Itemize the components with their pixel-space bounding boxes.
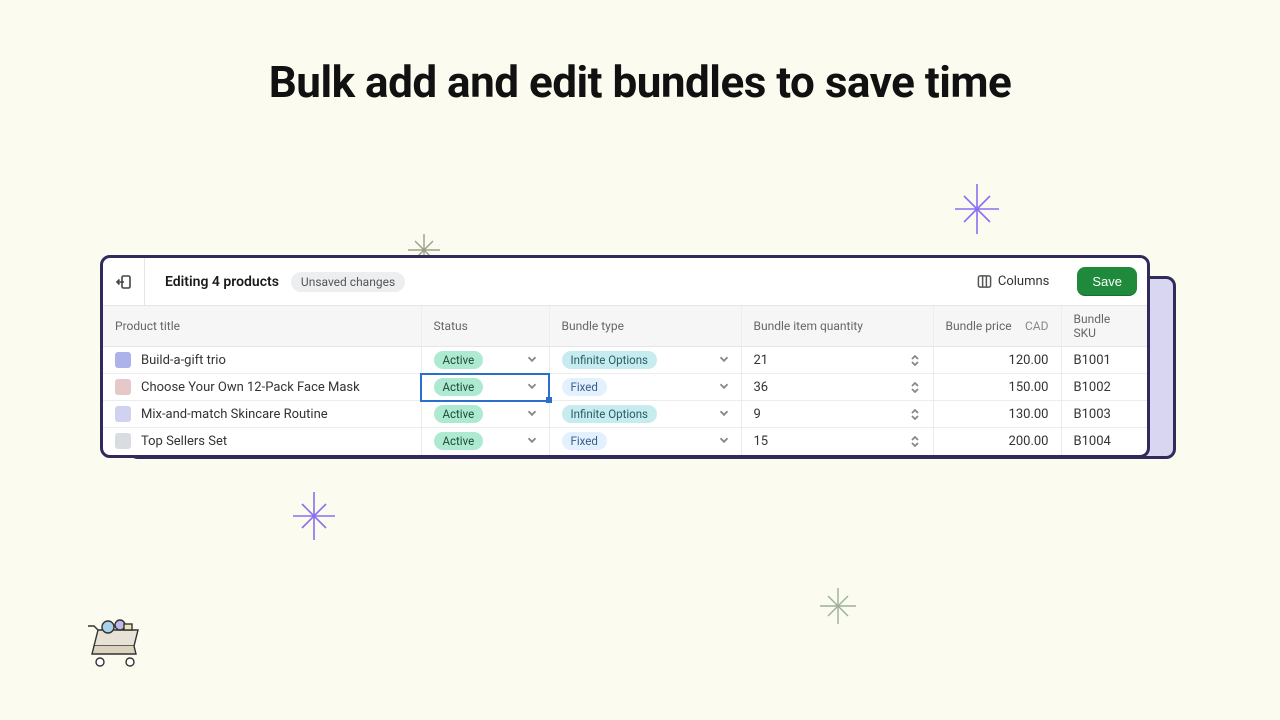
quantity-value: 15 xyxy=(754,434,769,449)
bundle-type-badge: Infinite Options xyxy=(562,405,658,423)
editor-title: Editing 4 products xyxy=(165,274,279,290)
cell-bundle-type[interactable]: Infinite Options xyxy=(549,401,741,428)
bundle-type-badge: Fixed xyxy=(562,432,607,450)
quantity-value: 21 xyxy=(754,353,769,368)
table-row: Choose Your Own 12-Pack Face Mask Active F… xyxy=(103,374,1147,401)
cell-status[interactable]: Active xyxy=(421,428,549,455)
stepper-icon[interactable] xyxy=(911,407,921,421)
th-bundle-price: Bundle price CAD xyxy=(933,306,1061,347)
product-thumbnail xyxy=(115,379,131,395)
product-thumbnail xyxy=(115,433,131,449)
stepper-icon[interactable] xyxy=(911,380,921,394)
cell-price[interactable]: 150.00 xyxy=(933,374,1061,401)
table-row: Top Sellers Set Active Fixed 15 200.00B1004 xyxy=(103,428,1147,455)
chevron-down-icon xyxy=(719,434,729,449)
cell-price[interactable]: 200.00 xyxy=(933,428,1061,455)
quantity-value: 36 xyxy=(754,380,769,395)
stepper-icon[interactable] xyxy=(911,434,921,448)
sparkle-icon xyxy=(290,490,338,542)
columns-icon xyxy=(977,274,992,289)
chevron-down-icon xyxy=(527,380,537,395)
columns-button[interactable]: Columns xyxy=(967,268,1060,295)
status-badge: Active xyxy=(434,351,484,369)
exit-button[interactable] xyxy=(103,258,145,305)
bulk-editor-panel: Editing 4 products Unsaved changes Colum… xyxy=(100,255,1150,458)
status-badge: Active xyxy=(434,378,484,396)
table-row: Build-a-gift trio Active Infinite Options 2… xyxy=(103,347,1147,374)
product-thumbnail xyxy=(115,352,131,368)
cell-title[interactable]: Build-a-gift trio xyxy=(103,347,421,374)
cell-bundle-type[interactable]: Infinite Options xyxy=(549,347,741,374)
chevron-down-icon xyxy=(719,353,729,368)
product-title-text: Choose Your Own 12-Pack Face Mask xyxy=(141,380,360,395)
sparkle-icon xyxy=(952,182,1002,236)
exit-icon xyxy=(116,274,132,290)
editor-toolbar: Editing 4 products Unsaved changes Colum… xyxy=(103,258,1147,306)
cell-sku[interactable]: B1003 xyxy=(1061,401,1147,428)
cell-status[interactable]: Active xyxy=(421,347,549,374)
cell-quantity[interactable]: 21 xyxy=(741,347,933,374)
cell-title[interactable]: Choose Your Own 12-Pack Face Mask xyxy=(103,374,421,401)
bundle-type-badge: Infinite Options xyxy=(562,351,658,369)
cell-bundle-type[interactable]: Fixed xyxy=(549,374,741,401)
th-bundle-type: Bundle type xyxy=(549,306,741,347)
product-title-text: Build-a-gift trio xyxy=(141,353,226,368)
chevron-down-icon xyxy=(719,380,729,395)
save-button[interactable]: Save xyxy=(1077,267,1137,296)
chevron-down-icon xyxy=(527,407,537,422)
table-row: Mix-and-match Skincare Routine Active Infi… xyxy=(103,401,1147,428)
cell-sku[interactable]: B1001 xyxy=(1061,347,1147,374)
cell-status[interactable]: Active xyxy=(421,374,549,401)
chevron-down-icon xyxy=(527,353,537,368)
quantity-value: 9 xyxy=(754,407,761,422)
th-status: Status xyxy=(421,306,549,347)
page-headline: Bulk add and edit bundles to save time xyxy=(0,56,1280,108)
cell-title[interactable]: Top Sellers Set xyxy=(103,428,421,455)
cell-sku[interactable]: B1004 xyxy=(1061,428,1147,455)
unsaved-changes-badge: Unsaved changes xyxy=(291,272,405,292)
cell-quantity[interactable]: 9 xyxy=(741,401,933,428)
cell-status[interactable]: Active xyxy=(421,401,549,428)
columns-label: Columns xyxy=(998,274,1050,289)
cart-illustration xyxy=(86,616,146,668)
bundle-type-badge: Fixed xyxy=(562,378,607,396)
chevron-down-icon xyxy=(527,434,537,449)
status-badge: Active xyxy=(434,405,484,423)
th-bundle-qty: Bundle item quantity xyxy=(741,306,933,347)
sparkle-icon xyxy=(818,586,858,626)
cell-title[interactable]: Mix-and-match Skincare Routine xyxy=(103,401,421,428)
stepper-icon[interactable] xyxy=(911,353,921,367)
cell-price[interactable]: 120.00 xyxy=(933,347,1061,374)
th-bundle-sku: Bundle SKU xyxy=(1061,306,1147,347)
cell-price[interactable]: 130.00 xyxy=(933,401,1061,428)
product-title-text: Mix-and-match Skincare Routine xyxy=(141,407,328,422)
product-title-text: Top Sellers Set xyxy=(141,434,227,449)
cell-quantity[interactable]: 36 xyxy=(741,374,933,401)
th-product-title: Product title xyxy=(103,306,421,347)
cell-sku[interactable]: B1002 xyxy=(1061,374,1147,401)
cell-bundle-type[interactable]: Fixed xyxy=(549,428,741,455)
cell-quantity[interactable]: 15 xyxy=(741,428,933,455)
chevron-down-icon xyxy=(719,407,729,422)
products-table: Product title Status Bundle type Bundle … xyxy=(103,306,1147,455)
status-badge: Active xyxy=(434,432,484,450)
product-thumbnail xyxy=(115,406,131,422)
